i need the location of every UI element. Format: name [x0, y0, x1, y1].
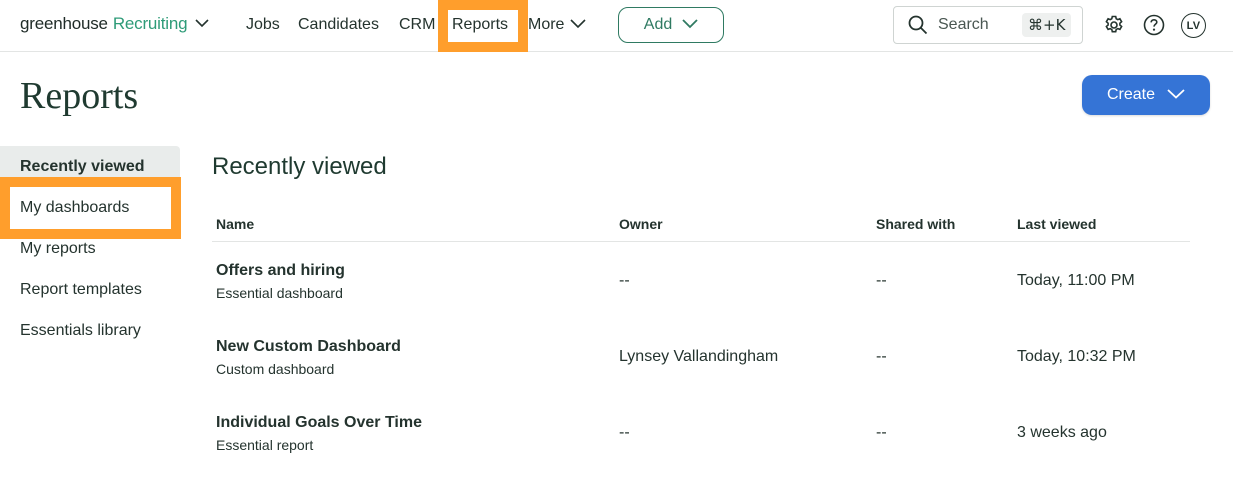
brand-logo[interactable]: greenhouse Recruiting	[20, 12, 209, 36]
row-shared-with: --	[876, 272, 887, 289]
row-name-link[interactable]: New Custom Dashboard	[216, 338, 401, 356]
chevron-down-icon	[187, 15, 209, 33]
column-header-last-viewed[interactable]: Last viewed	[1017, 216, 1096, 232]
search-icon	[908, 15, 928, 35]
brand-name: greenhouse	[20, 14, 108, 33]
nav-more[interactable]: More	[528, 14, 587, 36]
sidebar-item-label: Essentials library	[20, 321, 141, 339]
top-navigation: greenhouse Recruiting Jobs Candidates CR…	[0, 0, 1233, 52]
row-shared-with: --	[876, 424, 887, 441]
row-owner: Lynsey Vallandingham	[619, 348, 779, 365]
chevron-down-icon	[564, 14, 587, 36]
row-type: Essential report	[216, 437, 314, 453]
row-owner: --	[619, 424, 630, 441]
row-type: Essential dashboard	[216, 285, 343, 301]
sidebar-item-label: Report templates	[20, 280, 142, 298]
chevron-down-icon	[672, 16, 698, 34]
row-name-link[interactable]: Individual Goals Over Time	[216, 414, 422, 432]
row-last-viewed: Today, 10:32 PM	[1017, 348, 1136, 365]
sidebar-item-label: My reports	[20, 239, 96, 257]
table-row[interactable]: Offers and hiring Essential dashboard --…	[212, 252, 1190, 328]
sidebar-item-label: My dashboards	[20, 198, 130, 216]
row-owner: --	[619, 272, 630, 289]
brand-product: Recruiting	[112, 14, 188, 33]
nav-crm[interactable]: CRM	[399, 14, 435, 36]
sidebar-item-report-templates[interactable]: Report templates	[0, 269, 180, 310]
table-row[interactable]: New Custom Dashboard Custom dashboard Ly…	[212, 328, 1190, 404]
sidebar-item-my-reports[interactable]: My reports	[0, 228, 180, 269]
sidebar-item-my-dashboards[interactable]: My dashboards	[0, 187, 180, 228]
nav-more-label: More	[528, 16, 565, 33]
column-header-shared-with[interactable]: Shared with	[876, 216, 955, 232]
sidebar-item-essentials-library[interactable]: Essentials library	[0, 310, 180, 351]
nav-jobs[interactable]: Jobs	[246, 14, 280, 36]
section-title: Recently viewed	[212, 153, 387, 180]
row-type: Custom dashboard	[216, 361, 335, 377]
row-last-viewed: Today, 11:00 PM	[1017, 272, 1135, 289]
help-icon[interactable]	[1143, 14, 1165, 36]
avatar[interactable]: LV	[1181, 13, 1206, 38]
row-name-link[interactable]: Offers and hiring	[216, 262, 345, 280]
sidebar-item-label: Recently viewed	[20, 157, 145, 175]
column-header-name[interactable]: Name	[216, 216, 254, 232]
add-button[interactable]: Add	[618, 7, 724, 43]
column-header-owner[interactable]: Owner	[619, 216, 663, 232]
row-shared-with: --	[876, 348, 887, 365]
add-button-label: Add	[643, 16, 673, 33]
create-button-label: Create	[1106, 86, 1156, 103]
table-header-divider	[212, 241, 1190, 242]
search-input[interactable]: Search ⌘+K	[893, 6, 1083, 44]
row-last-viewed: 3 weeks ago	[1017, 424, 1107, 441]
search-placeholder: Search	[938, 16, 989, 33]
search-shortcut-badge: ⌘+K	[1022, 13, 1072, 37]
chevron-down-icon	[1155, 86, 1185, 104]
table-row[interactable]: Individual Goals Over Time Essential rep…	[212, 404, 1190, 477]
nav-candidates[interactable]: Candidates	[298, 14, 379, 36]
create-button[interactable]: Create	[1082, 75, 1210, 115]
gear-icon[interactable]	[1103, 14, 1125, 36]
page-title: Reports	[20, 75, 139, 117]
nav-reports[interactable]: Reports	[452, 14, 508, 36]
